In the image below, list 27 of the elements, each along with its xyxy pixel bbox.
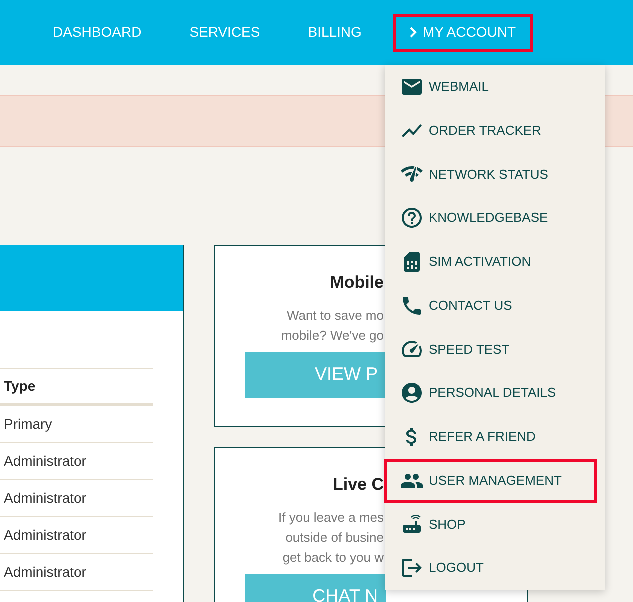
card-text: Want to save mo [286,306,384,324]
table-cell-text: Administrator [3,452,86,470]
menu-item[interactable]: USER MANAGEMENT [384,458,597,502]
menu-item[interactable]: SPEED TEST [384,328,597,372]
card-text: outside of busine [286,528,384,546]
menu-item[interactable]: CONTACT US [384,284,597,328]
menu-item[interactable]: SIM ACTIVATION [384,240,597,284]
menu-item[interactable]: PERSONAL DETAILS [384,371,597,415]
table-cell-text: Administrator [3,526,86,544]
table-cell-text: Administrator [3,488,86,508]
card-text: get back to you w [282,548,384,567]
menu-item[interactable]: ORDER TRACKER [384,108,597,152]
card-text: If you leave a mes [278,508,384,527]
card-title: Mobile [330,272,384,294]
menu-item[interactable]: SHOP [384,502,597,546]
chevron-icon [410,27,417,38]
help-icon [400,206,424,230]
menu-item[interactable]: REFER A FRIEND [384,415,597,459]
menu-item[interactable]: LOGOUT [384,546,597,590]
menu-item[interactable]: WEBMAIL [384,65,597,109]
table-cell-text: Administrator [3,562,86,582]
card-title: Live C [332,474,384,496]
column-header: Type [3,376,36,396]
menu-item[interactable]: KNOWLEDGEBASE [384,196,597,240]
table-cell-text: Primary [3,414,52,434]
card-text: mobile? We've go [281,326,384,345]
menu-item[interactable]: NETWORK STATUS [384,152,597,196]
